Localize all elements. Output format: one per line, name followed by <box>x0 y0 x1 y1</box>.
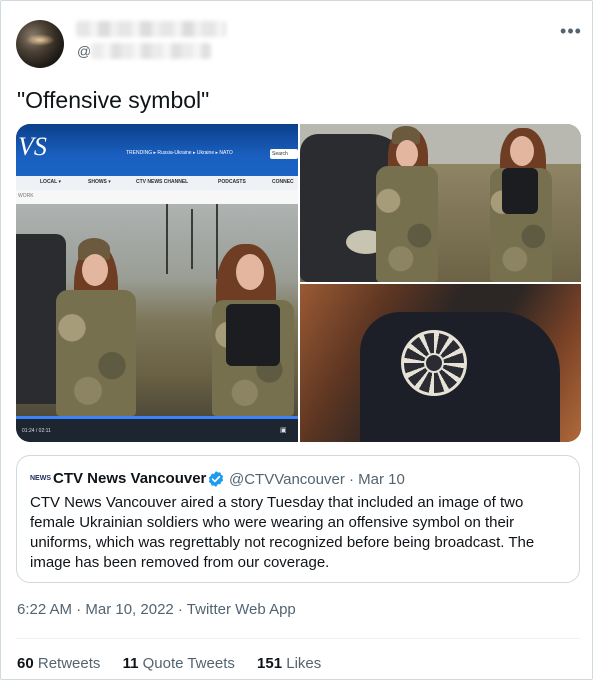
quoted-author-handle[interactable]: @CTVVancouver · Mar 10 <box>229 471 405 488</box>
likes-count: 151 <box>257 655 283 672</box>
broadcast-scene <box>16 204 298 416</box>
avatar-image <box>25 34 55 46</box>
author-handle-prefix: @ <box>77 43 92 59</box>
video-control-bar[interactable] <box>16 416 298 442</box>
broadcast-logo: VS <box>18 132 47 161</box>
broadcast-nav-item: LOCAL ▾ <box>40 179 62 185</box>
author-name-blurred[interactable] <box>76 21 226 37</box>
divider <box>16 638 580 639</box>
verified-icon <box>208 471 224 487</box>
quote-tweets-label: Quote Tweets <box>142 655 235 672</box>
media-image-soldiers[interactable] <box>300 124 581 282</box>
media-image-broadcast[interactable]: VS TRENDING ▸ Russia-Ukraine ▸ Ukraine ▸… <box>16 124 298 442</box>
retweets-label: Retweets <box>37 655 101 672</box>
quote-tweets-count: 11 <box>122 655 139 672</box>
ctv-news-logo: NEWS <box>30 469 51 489</box>
tweet-text: "Offensive symbol" <box>17 87 210 113</box>
video-time: 01:24 / 02:11 <box>22 428 51 434</box>
tweet-card: @ ••• "Offensive symbol" VS TRENDING ▸ R… <box>0 0 593 680</box>
broadcast-nav-item: CONNEC <box>272 179 294 185</box>
quoted-author-name[interactable]: CTV News Vancouver <box>53 470 206 487</box>
retweets-stat[interactable]: 60 Retweets <box>17 655 100 672</box>
engagement-stats: 60 Retweets 11 Quote Tweets 151 Likes <box>17 655 339 672</box>
quoted-tweet[interactable]: NEWS CTV News Vancouver @CTVVancouver · … <box>16 455 580 583</box>
author-handle-blurred[interactable] <box>91 43 211 59</box>
quote-tweets-stat[interactable]: 11 Quote Tweets <box>123 655 235 672</box>
media-image-patch-closeup[interactable] <box>300 284 581 442</box>
broadcast-nav-item: CTV NEWS CHANNEL <box>136 179 189 185</box>
likes-label: Likes <box>286 655 322 672</box>
more-horizontal-icon[interactable]: ••• <box>557 22 585 43</box>
quoted-tweet-text: CTV News Vancouver aired a story Tuesday… <box>30 494 535 571</box>
broadcast-nav-item: SHOWS ▾ <box>88 179 111 185</box>
broadcast-subnav-label: WORK <box>18 193 34 199</box>
media-grid: VS TRENDING ▸ Russia-Ukraine ▸ Ukraine ▸… <box>16 124 581 442</box>
broadcast-trending: TRENDING ▸ Russia-Ukraine ▸ Ukraine ▸ NA… <box>126 150 233 156</box>
retweets-count: 60 <box>17 655 34 672</box>
broadcast-search: Search <box>270 149 298 159</box>
video-progress[interactable] <box>16 416 298 419</box>
likes-stat[interactable]: 151 Likes <box>257 655 321 672</box>
tweet-timestamp[interactable]: 6:22 AM · Mar 10, 2022 · Twitter Web App <box>17 601 296 618</box>
broadcast-subnav: WORK <box>16 190 298 204</box>
fullscreen-icon[interactable]: ▣ <box>280 426 287 434</box>
avatar[interactable] <box>16 20 64 68</box>
broadcast-nav: LOCAL ▾ SHOWS ▾ CTV NEWS CHANNEL PODCAST… <box>16 176 298 191</box>
broadcast-nav-item: PODCASTS <box>218 179 246 185</box>
